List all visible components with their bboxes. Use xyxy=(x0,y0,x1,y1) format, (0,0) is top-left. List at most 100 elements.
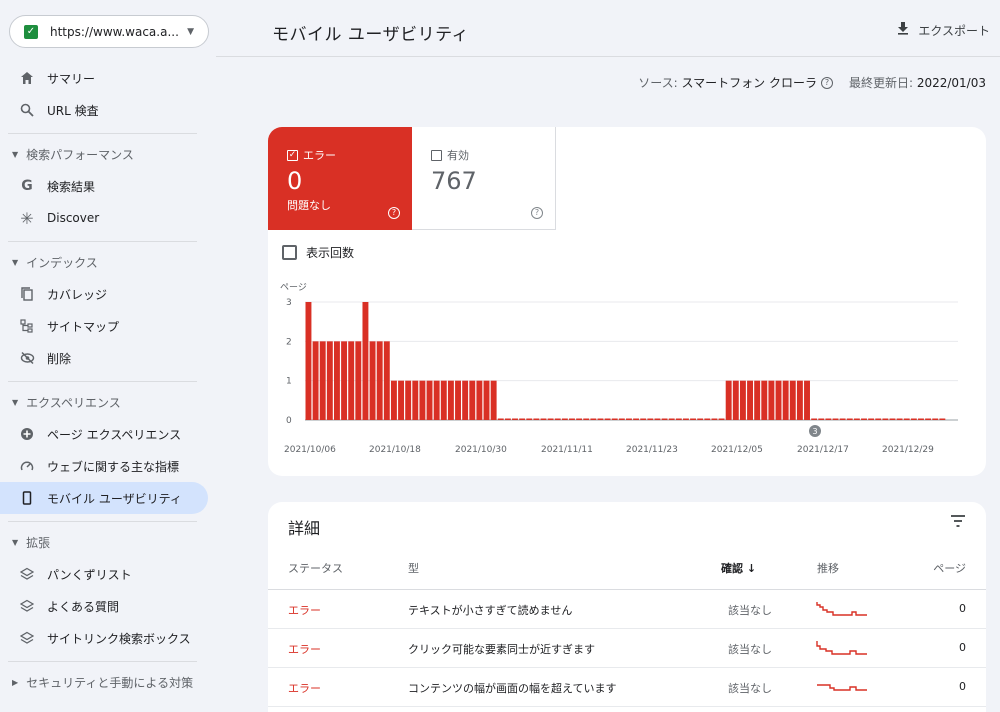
col-pages[interactable]: ページ xyxy=(933,560,966,576)
home-icon xyxy=(18,69,36,87)
chart-bar xyxy=(483,380,490,420)
error-chart: ページ 0 1 2 3 2021/10/06 2021/10/18 2021/10/30 202… xyxy=(280,283,958,455)
chart-bar xyxy=(504,418,511,420)
checkbox-checked-icon: ✓ xyxy=(287,149,298,161)
sidebar-item-removals[interactable]: 削除 xyxy=(0,342,208,374)
chart-bar xyxy=(661,418,668,420)
sidebar-item-coverage[interactable]: カバレッジ xyxy=(0,278,208,310)
chart-bar xyxy=(939,418,946,420)
chart-bar xyxy=(383,341,390,420)
sidebar-item-url-inspect[interactable]: URL 検査 xyxy=(0,94,208,126)
col-confirm[interactable]: 確認 ↓ xyxy=(721,560,756,576)
filter-icon[interactable] xyxy=(950,514,966,528)
section-label: インデックス xyxy=(26,255,98,270)
row-pages: 0 xyxy=(959,641,966,654)
chart-bar xyxy=(355,341,362,420)
sidebar-item-search-results[interactable]: G 検索結果 xyxy=(0,170,208,202)
sidebar-item-label: モバイル ユーザビリティ xyxy=(47,491,182,506)
checkbox-unchecked-icon xyxy=(431,149,442,161)
property-check-icon: ✓ xyxy=(24,24,38,39)
chart-bar xyxy=(348,341,355,420)
sidebar-item-breadcrumbs[interactable]: パンくずリスト xyxy=(0,558,208,590)
section-enhancements[interactable]: ▼ 拡張 xyxy=(0,530,200,554)
impressions-toggle[interactable]: 表示回数 xyxy=(282,244,354,261)
help-icon[interactable]: ? xyxy=(820,76,833,89)
chart-bar xyxy=(519,418,526,420)
table-header: ステータス 型 確認 ↓ 推移 ページ xyxy=(268,552,986,590)
chart-bar xyxy=(804,380,810,420)
sidebar-item-page-experience[interactable]: ページ エクスペリエンス xyxy=(0,418,208,450)
chart-bar xyxy=(682,418,689,420)
chart-bar xyxy=(853,418,860,420)
chart-bar xyxy=(533,418,540,420)
sidebar-item-sitemap[interactable]: サイトマップ xyxy=(0,310,208,342)
chart-bar xyxy=(818,418,825,420)
sidebar-item-label: URL 検査 xyxy=(47,103,99,118)
row-confirm: 該当なし xyxy=(728,643,772,656)
chart-bar xyxy=(626,418,632,420)
property-selector[interactable]: ✓ https://www.waca.a... ▼ xyxy=(9,15,209,48)
help-icon[interactable]: ? xyxy=(531,207,543,219)
chart-bar xyxy=(319,341,326,420)
sidebar-item-sitelinks[interactable]: サイトリンク検索ボックス xyxy=(0,622,208,654)
error-subtext: 問題なし xyxy=(287,199,331,212)
section-label: 検索パフォーマンス xyxy=(26,147,134,162)
valid-tile-label: 有効 xyxy=(447,149,469,162)
section-search-performance[interactable]: ▼ 検索パフォーマンス xyxy=(0,142,200,166)
export-button[interactable]: エクスポート xyxy=(897,21,990,39)
sidebar-item-mobile-usability[interactable]: モバイル ユーザビリティ xyxy=(0,482,208,514)
chart-bar xyxy=(419,380,426,420)
chart-bar xyxy=(497,418,504,420)
chart-bar xyxy=(668,418,675,420)
table-row[interactable]: エラー コンテンツの幅が画面の幅を超えています 該当なし 0 xyxy=(268,668,986,707)
x-tick-label: 2021/12/05 xyxy=(711,445,763,455)
chart-bar xyxy=(569,418,575,420)
divider xyxy=(8,133,197,134)
chart-bar xyxy=(576,418,583,420)
x-tick-label: 2021/12/17 xyxy=(797,445,849,455)
y-tick-label: 3 xyxy=(286,298,292,308)
sidebar-item-faq[interactable]: よくある質問 xyxy=(0,590,208,622)
section-security[interactable]: ▶ セキュリティと手動による対策 xyxy=(0,670,200,694)
divider xyxy=(8,521,197,522)
chart-bar xyxy=(832,418,839,420)
chart-bar xyxy=(312,341,319,420)
valid-tile[interactable]: 有効 767 ? xyxy=(412,127,556,230)
chart-bar xyxy=(604,418,611,420)
sidebar-item-label: ページ エクスペリエンス xyxy=(47,427,182,442)
help-icon[interactable]: ? xyxy=(388,207,400,219)
sidebar-item-web-vitals[interactable]: ウェブに関する主な指標 xyxy=(0,450,208,482)
annotation-label: 3 xyxy=(812,427,817,436)
y-tick-label: 1 xyxy=(286,377,292,387)
google-icon: G xyxy=(21,178,33,194)
asterisk-icon: ✳ xyxy=(20,208,34,228)
sidebar-item-summary[interactable]: サマリー xyxy=(0,62,208,94)
chart-bar xyxy=(754,380,761,420)
valid-count: 767 xyxy=(431,167,477,195)
arrow-down-icon: ↓ xyxy=(746,562,757,575)
sidebar-item-label: 削除 xyxy=(47,351,72,366)
smartphone-icon xyxy=(18,489,36,507)
chart-bar xyxy=(811,418,818,420)
chart-bar xyxy=(932,418,939,420)
row-status: エラー xyxy=(288,604,321,617)
col-status[interactable]: ステータス xyxy=(288,560,343,576)
col-trend[interactable]: 推移 xyxy=(817,560,839,576)
sidebar-item-label: カバレッジ xyxy=(47,287,108,302)
table-row[interactable]: エラー テキストが小さすぎて読めません 該当なし 0 xyxy=(268,590,986,629)
section-experience[interactable]: ▼ エクスペリエンス xyxy=(0,390,200,414)
error-tile[interactable]: ✓ エラー 0 問題なし ? xyxy=(268,127,412,230)
sidebar-item-discover[interactable]: ✳ Discover xyxy=(0,202,208,234)
chart-bar xyxy=(398,380,405,420)
chart-bar xyxy=(583,418,590,420)
col-type[interactable]: 型 xyxy=(408,560,419,576)
chart-bar xyxy=(554,418,561,420)
chart-bar xyxy=(654,418,661,420)
triangle-right-icon: ▶ xyxy=(12,677,19,687)
y-tick-label: 2 xyxy=(286,337,292,347)
table-row[interactable]: エラー クリック可能な要素同士が近すぎます 該当なし 0 xyxy=(268,629,986,668)
error-tile-label: エラー xyxy=(303,149,336,162)
section-index[interactable]: ▼ インデックス xyxy=(0,250,200,274)
chart-bar xyxy=(369,341,376,420)
chart-bar xyxy=(341,341,348,420)
